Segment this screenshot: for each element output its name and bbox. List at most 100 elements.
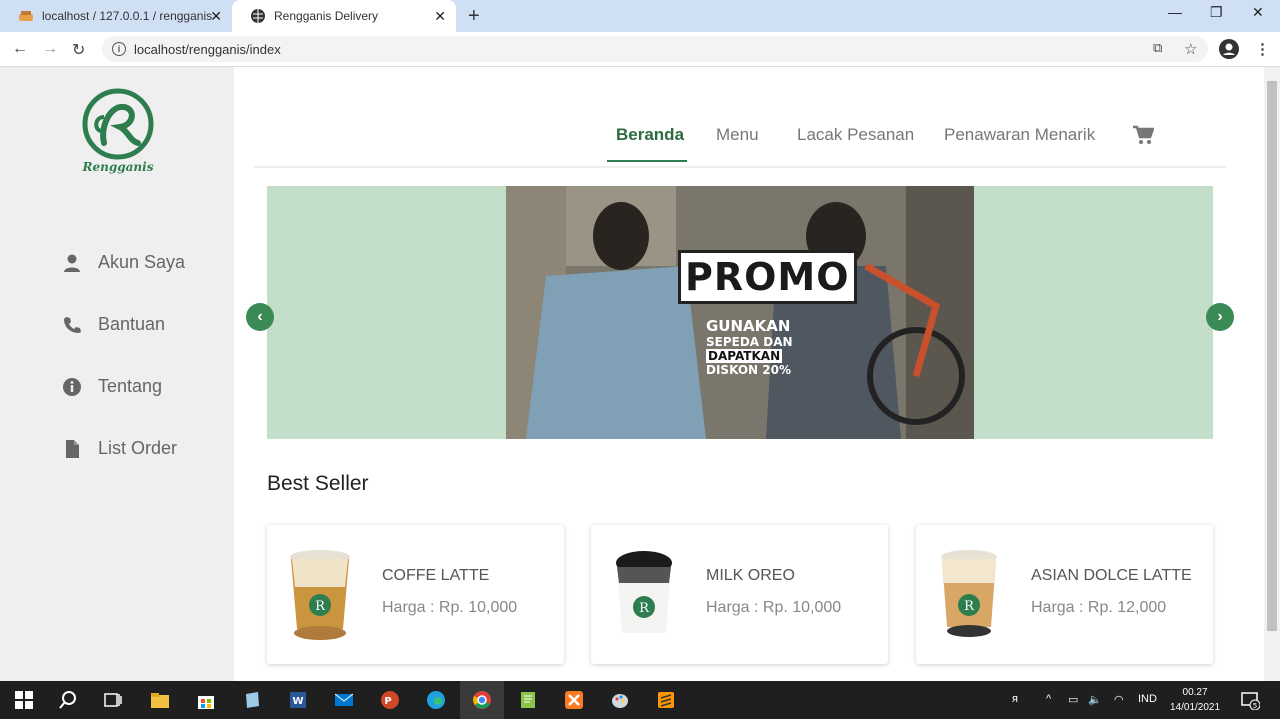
sidebar-item-akun-saya[interactable]: Akun Saya bbox=[62, 252, 185, 273]
mail-icon[interactable] bbox=[334, 690, 354, 710]
window-close-icon[interactable]: ✕ bbox=[1252, 4, 1264, 21]
url-text: localhost/rengganis/index bbox=[134, 41, 281, 57]
menu-icon[interactable]: ⋮ bbox=[1255, 40, 1270, 58]
address-bar-row: ← → ↻ i localhost/rengganis/index ⧉ ☆ ⋮ bbox=[0, 32, 1280, 67]
svg-text:R: R bbox=[315, 599, 326, 614]
promo-line-1: GUNAKAN bbox=[706, 317, 791, 335]
promo-banner-image[interactable]: PROMO GUNAKAN SEPEDA DAN DAPATKAN DISKON… bbox=[506, 186, 974, 439]
maximize-icon[interactable]: ❐ bbox=[1210, 4, 1223, 21]
profile-icon[interactable] bbox=[1219, 39, 1239, 59]
notification-icon[interactable]: 5 bbox=[1240, 690, 1260, 710]
notification-count: 5 bbox=[1253, 702, 1257, 710]
promo-line-3: DAPATKAN bbox=[706, 349, 783, 363]
product-card[interactable]: R COFFE LATTE Harga : Rp. 10,000 bbox=[267, 525, 564, 664]
page-scrollbar[interactable] bbox=[1264, 67, 1280, 681]
carousel-prev-button[interactable]: ‹ bbox=[246, 303, 274, 331]
svg-text:R: R bbox=[639, 601, 650, 616]
info-icon bbox=[63, 377, 81, 396]
translate-icon[interactable]: ⧉ bbox=[1153, 40, 1162, 56]
svg-text:W: W bbox=[292, 696, 303, 707]
info-icon[interactable]: i bbox=[112, 42, 126, 56]
sidebar-item-bantuan[interactable]: Bantuan bbox=[62, 314, 165, 335]
volume-icon[interactable]: 🔈 bbox=[1088, 693, 1102, 706]
scrollbar-thumb[interactable] bbox=[1267, 81, 1277, 631]
reload-icon[interactable]: ↻ bbox=[72, 40, 85, 60]
chevron-right-icon: › bbox=[1217, 308, 1223, 325]
svg-text:Rengganis: Rengganis bbox=[82, 160, 154, 174]
nav-beranda[interactable]: Beranda bbox=[616, 125, 684, 145]
promo-carousel: PROMO GUNAKAN SEPEDA DAN DAPATKAN DISKON… bbox=[267, 186, 1213, 439]
cart-icon[interactable] bbox=[1132, 125, 1154, 145]
windows-start-icon[interactable] bbox=[14, 690, 34, 710]
back-icon[interactable]: ← bbox=[12, 40, 28, 58]
minimize-icon[interactable]: — bbox=[1168, 4, 1182, 20]
product-price: Harga : Rp. 10,000 bbox=[382, 599, 518, 616]
clock-time: 00.27 bbox=[1182, 687, 1208, 698]
sidebar-item-tentang[interactable]: Tentang bbox=[62, 376, 162, 397]
svg-text:P: P bbox=[384, 696, 391, 707]
promo-title: PROMO bbox=[685, 255, 850, 299]
milk-oreo-image: R bbox=[616, 551, 672, 633]
product-name: ASIAN DOLCE LATTE bbox=[1031, 567, 1192, 584]
main-content: Beranda Menu Lacak Pesanan Penawaran Men… bbox=[234, 67, 1264, 681]
product-price: Harga : Rp. 10,000 bbox=[706, 599, 842, 616]
best-seller-heading: Best Seller bbox=[267, 472, 369, 495]
sidebar-item-label: Bantuan bbox=[98, 314, 166, 334]
asian-dolce-latte-image: R bbox=[941, 550, 997, 637]
xampp-icon[interactable] bbox=[564, 690, 584, 710]
edge-icon[interactable] bbox=[426, 690, 446, 710]
store-icon[interactable] bbox=[196, 690, 216, 710]
taskbar-clock[interactable]: 00.27 14/01/2021 bbox=[1170, 685, 1220, 715]
product-card[interactable]: R MILK OREO Harga : Rp. 10,000 bbox=[591, 525, 888, 664]
rengganis-logo[interactable]: Rengganis bbox=[80, 87, 156, 177]
banner-photo bbox=[506, 186, 974, 439]
battery-icon[interactable]: ▭ bbox=[1068, 693, 1078, 706]
tab-title: Rengganis Delivery bbox=[274, 9, 379, 23]
coffee-latte-image: R bbox=[290, 550, 350, 640]
user-icon bbox=[64, 254, 80, 272]
tray-chevron-up-icon[interactable]: ^ bbox=[1046, 693, 1051, 705]
close-icon[interactable]: ✕ bbox=[210, 8, 222, 25]
sidebar-item-label: List Order bbox=[98, 438, 178, 458]
phpmyadmin-icon bbox=[19, 11, 33, 21]
word-icon[interactable]: W bbox=[288, 690, 308, 710]
promo-line-2: SEPEDA DAN bbox=[706, 335, 793, 349]
file-icon bbox=[66, 439, 79, 458]
phone-icon bbox=[64, 316, 81, 333]
notes-icon[interactable] bbox=[242, 690, 262, 710]
nav-menu[interactable]: Menu bbox=[716, 125, 759, 145]
url-input[interactable]: i localhost/rengganis/index bbox=[102, 36, 1208, 62]
star-icon[interactable]: ☆ bbox=[1184, 40, 1197, 58]
file-explorer-icon[interactable] bbox=[150, 690, 170, 710]
chrome-icon[interactable] bbox=[472, 690, 492, 710]
top-navigation: Beranda Menu Lacak Pesanan Penawaran Men… bbox=[254, 67, 1226, 168]
tab-phpmyadmin[interactable]: localhost / 127.0.0.1 / rengganis ✕ bbox=[0, 0, 232, 32]
product-name: COFFE LATTE bbox=[382, 567, 490, 584]
promo-line-4: DISKON 20% bbox=[706, 363, 791, 377]
paint-icon[interactable] bbox=[610, 690, 630, 710]
people-icon[interactable]: ᴙ bbox=[1012, 693, 1018, 705]
sidebar-item-list-order[interactable]: List Order bbox=[62, 438, 177, 459]
product-price: Harga : Rp. 12,000 bbox=[1031, 599, 1167, 616]
svg-text:R: R bbox=[964, 599, 975, 614]
carousel-next-button[interactable]: › bbox=[1206, 303, 1234, 331]
promo-title-box: PROMO bbox=[678, 250, 857, 304]
globe-icon bbox=[251, 9, 265, 23]
nav-penawaran-menarik[interactable]: Penawaran Menarik bbox=[944, 125, 1095, 145]
notepad-plus-icon[interactable] bbox=[518, 690, 538, 710]
search-icon[interactable] bbox=[58, 690, 78, 710]
product-card[interactable]: R ASIAN DOLCE LATTE Harga : Rp. 12,000 bbox=[916, 525, 1213, 664]
wifi-icon[interactable]: ◠ bbox=[1114, 693, 1124, 706]
promo-subtitle: GUNAKAN SEPEDA DAN DAPATKAN DISKON 20% bbox=[706, 318, 793, 377]
sidebar-item-label: Tentang bbox=[98, 376, 163, 396]
forward-icon[interactable]: → bbox=[42, 40, 58, 58]
nav-lacak-pesanan[interactable]: Lacak Pesanan bbox=[797, 125, 914, 145]
language-indicator[interactable]: IND bbox=[1138, 693, 1157, 705]
tab-rengganis[interactable]: Rengganis Delivery ✕ bbox=[232, 0, 456, 32]
sublime-icon[interactable] bbox=[656, 690, 676, 710]
powerpoint-icon[interactable]: P bbox=[380, 690, 400, 710]
task-view-icon[interactable] bbox=[103, 690, 123, 710]
clock-date: 14/01/2021 bbox=[1170, 702, 1221, 713]
new-tab-button[interactable]: + bbox=[468, 5, 480, 28]
close-icon[interactable]: ✕ bbox=[434, 8, 446, 25]
